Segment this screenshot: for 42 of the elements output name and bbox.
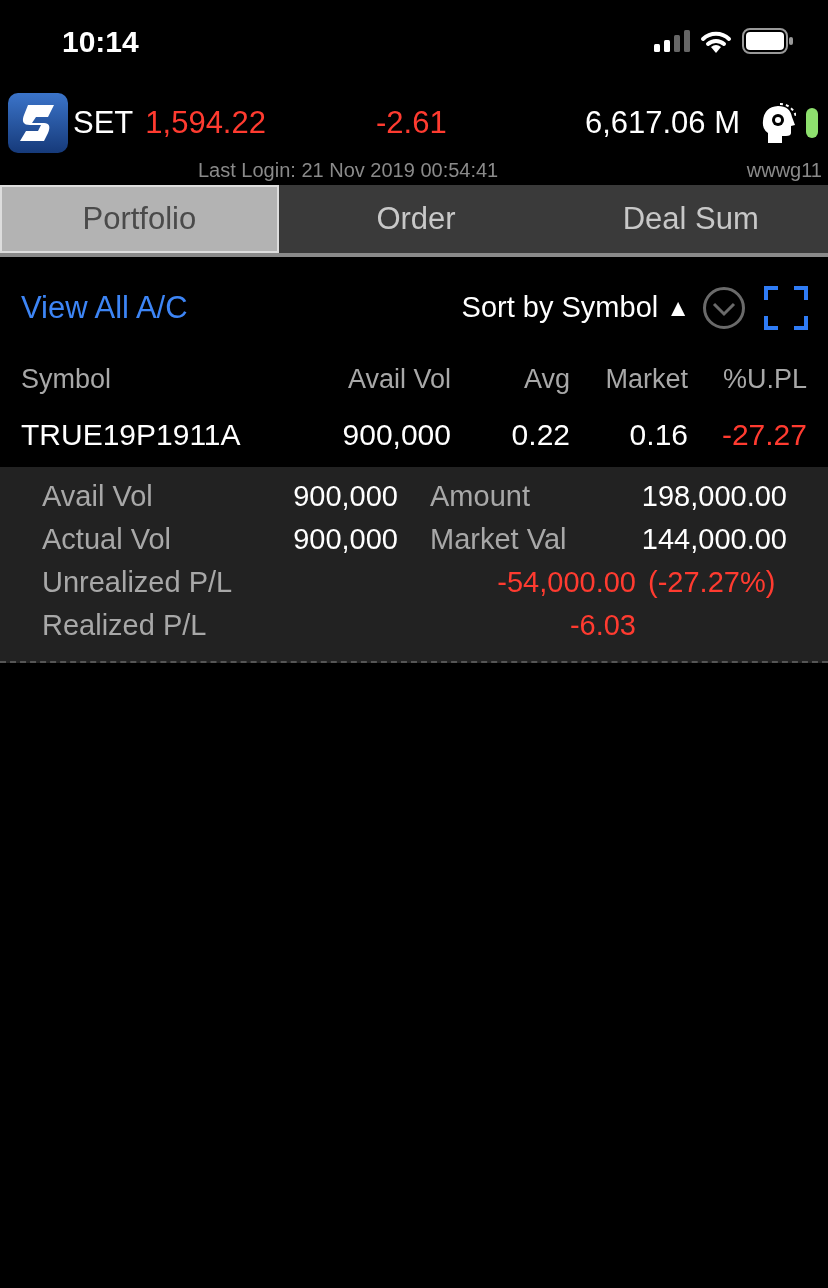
- detail-label: Avail Vol: [42, 478, 154, 514]
- detail-value: -54,000.00: [496, 564, 636, 600]
- table-cell-text: 900,000: [341, 416, 451, 453]
- detail-value: 198,000.00: [640, 478, 787, 514]
- status-indicator: [806, 108, 818, 138]
- detail-value: 900,000: [292, 478, 398, 514]
- view-all-link[interactable]: View All A/C: [21, 284, 188, 332]
- head-icon[interactable]: [760, 103, 796, 143]
- column-header: %U.PL: [721, 362, 807, 396]
- detail-label: Realized P/L: [42, 607, 208, 643]
- market-volume: 6,617.06 M: [584, 103, 740, 142]
- wifi-icon: [700, 29, 732, 53]
- sort-direction[interactable]: ▲: [666, 290, 690, 326]
- column-header: Avail Vol: [346, 362, 451, 396]
- detail-value: 144,000.00: [640, 521, 787, 557]
- table-cell-text: 0.22: [510, 416, 570, 453]
- detail-label: Amount: [430, 478, 531, 514]
- column-header: Market: [604, 362, 688, 396]
- detail-percent: (-27.27%): [648, 564, 776, 600]
- table-cell-text: TRUE19P1911A: [21, 416, 242, 453]
- tab[interactable]: Portfolio: [0, 185, 279, 253]
- detail-value: -6.03: [568, 607, 636, 643]
- username: wwwg11: [746, 158, 822, 183]
- column-header: Symbol: [21, 362, 113, 396]
- app-logo-icon: [8, 93, 68, 153]
- index-value: 1,594.22: [145, 103, 266, 142]
- signal-icon: [654, 30, 690, 52]
- battery-icon: [742, 28, 794, 54]
- detail-label: Actual Vol: [42, 521, 172, 557]
- column-header: Avg: [522, 362, 570, 396]
- chevron-down-icon[interactable]: [702, 286, 746, 330]
- status-time: 10:14: [62, 23, 139, 60]
- sort-label[interactable]: Sort by Symbol: [461, 286, 659, 330]
- detail-label: Unrealized P/L: [42, 564, 234, 600]
- detail-label: Market Val: [430, 521, 568, 557]
- last-login: Last Login: 21 Nov 2019 00:54:41: [198, 158, 499, 183]
- detail-value: 900,000: [292, 521, 398, 557]
- table-cell-text: 0.16: [628, 416, 688, 453]
- index-name: SET: [73, 103, 134, 142]
- index-change: -2.61: [375, 103, 447, 142]
- fullscreen-icon[interactable]: [764, 286, 808, 330]
- table-cell-text: -27.27: [720, 416, 807, 453]
